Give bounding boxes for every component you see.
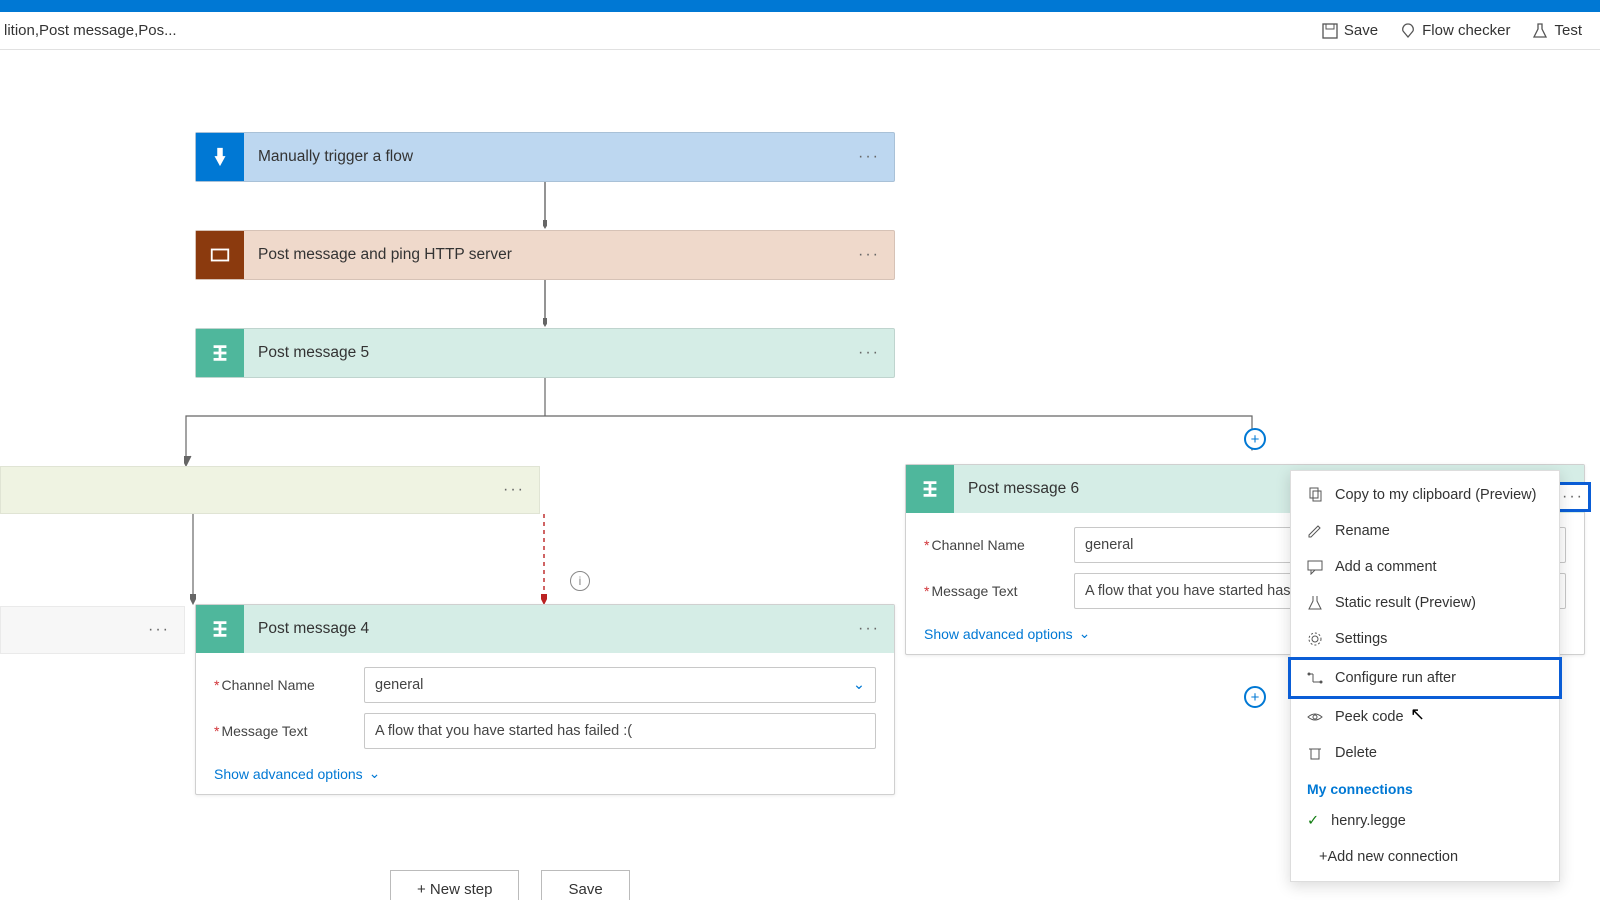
check-icon: ✓ bbox=[1307, 813, 1319, 829]
mouse-cursor: ↖ bbox=[1410, 704, 1425, 725]
step-menu-button[interactable]: ··· bbox=[844, 344, 894, 362]
menu-add-connection[interactable]: +Add new connection bbox=[1291, 839, 1559, 875]
chevron-down-icon: ⌄ bbox=[1079, 625, 1091, 642]
message-input[interactable]: A flow that you have started has failed … bbox=[364, 713, 876, 749]
card-post-message-4: Post message 4 ··· *Channel Name general… bbox=[195, 604, 895, 795]
step-post-message-5[interactable]: Post message 5 ··· bbox=[195, 328, 895, 378]
slack-icon bbox=[196, 605, 244, 653]
chevron-down-icon: ⌄ bbox=[853, 677, 865, 693]
runafter-icon bbox=[1307, 670, 1323, 686]
comment-icon bbox=[1307, 559, 1323, 575]
context-menu: Copy to my clipboard (Preview) Rename Ad… bbox=[1290, 470, 1560, 882]
trigger-icon bbox=[196, 133, 244, 181]
flow-checker-button[interactable]: Flow checker bbox=[1400, 22, 1510, 39]
step-menu-button[interactable]: ··· bbox=[844, 148, 894, 166]
field-label-message: *Message Text bbox=[924, 583, 1074, 599]
collapsed-branch-step[interactable]: ··· bbox=[0, 466, 540, 514]
menu-delete[interactable]: Delete bbox=[1291, 735, 1559, 771]
insert-step-button[interactable]: + bbox=[1244, 686, 1266, 708]
flask-icon bbox=[1307, 595, 1323, 611]
menu-static-result[interactable]: Static result (Preview) bbox=[1291, 585, 1559, 621]
show-advanced-link[interactable]: Show advanced options⌄ bbox=[214, 765, 380, 782]
menu-connection-item[interactable]: ✓henry.legge bbox=[1291, 803, 1559, 839]
eye-icon bbox=[1307, 709, 1323, 725]
copy-icon bbox=[1307, 487, 1323, 503]
gear-icon bbox=[1307, 631, 1323, 647]
insert-step-button[interactable]: + bbox=[1244, 428, 1266, 450]
card-header[interactable]: Post message 4 ··· bbox=[196, 605, 894, 653]
test-label: Test bbox=[1554, 22, 1582, 39]
flow-toolbar: lition,Post message,Pos... Save Flow che… bbox=[0, 12, 1600, 50]
card-menu-button[interactable]: ··· bbox=[844, 620, 894, 638]
pencil-icon bbox=[1307, 523, 1323, 539]
app-topbar bbox=[0, 0, 1600, 12]
card-title: Post message 4 bbox=[244, 620, 844, 638]
slack-icon bbox=[906, 465, 954, 513]
step-menu-button[interactable]: ··· bbox=[134, 621, 184, 639]
menu-rename[interactable]: Rename bbox=[1291, 513, 1559, 549]
slack-icon bbox=[196, 329, 244, 377]
info-icon[interactable]: i bbox=[570, 571, 590, 591]
flask-icon bbox=[1532, 23, 1548, 39]
menu-add-comment[interactable]: Add a comment bbox=[1291, 549, 1559, 585]
trash-icon bbox=[1307, 745, 1323, 761]
field-label-channel: *Channel Name bbox=[924, 537, 1074, 553]
step-trigger[interactable]: Manually trigger a flow ··· bbox=[195, 132, 895, 182]
checker-label: Flow checker bbox=[1422, 22, 1510, 39]
step-menu-button[interactable]: ··· bbox=[489, 481, 539, 499]
collapsed-branch-step-2[interactable]: ··· bbox=[0, 606, 185, 654]
flow-canvas: Manually trigger a flow ··· Post message… bbox=[0, 50, 1600, 900]
scope-icon bbox=[196, 231, 244, 279]
menu-copy-clipboard[interactable]: Copy to my clipboard (Preview) bbox=[1291, 477, 1559, 513]
field-label-message: *Message Text bbox=[214, 723, 364, 739]
save-flow-button[interactable]: Save bbox=[541, 870, 629, 900]
channel-select[interactable]: general⌄ bbox=[364, 667, 876, 703]
step-title: Post message 5 bbox=[244, 344, 844, 362]
new-step-button[interactable]: + New step bbox=[390, 870, 519, 900]
card-menu-button-highlighted[interactable]: ··· bbox=[1555, 482, 1591, 512]
checker-icon bbox=[1400, 23, 1416, 39]
field-label-channel: *Channel Name bbox=[214, 677, 364, 693]
save-button[interactable]: Save bbox=[1322, 22, 1378, 39]
save-label: Save bbox=[1344, 22, 1378, 39]
step-scope[interactable]: Post message and ping HTTP server ··· bbox=[195, 230, 895, 280]
test-button[interactable]: Test bbox=[1532, 22, 1582, 39]
breadcrumb: lition,Post message,Pos... bbox=[0, 22, 177, 39]
show-advanced-link[interactable]: Show advanced options⌄ bbox=[924, 625, 1090, 642]
chevron-down-icon: ⌄ bbox=[369, 765, 381, 782]
menu-settings[interactable]: Settings bbox=[1291, 621, 1559, 657]
save-icon bbox=[1322, 23, 1338, 39]
menu-configure-run-after[interactable]: Configure run after bbox=[1288, 657, 1562, 699]
step-title: Manually trigger a flow bbox=[244, 148, 844, 166]
step-title: Post message and ping HTTP server bbox=[244, 246, 844, 264]
menu-section-my-connections: My connections bbox=[1291, 771, 1559, 803]
step-menu-button[interactable]: ··· bbox=[844, 246, 894, 264]
